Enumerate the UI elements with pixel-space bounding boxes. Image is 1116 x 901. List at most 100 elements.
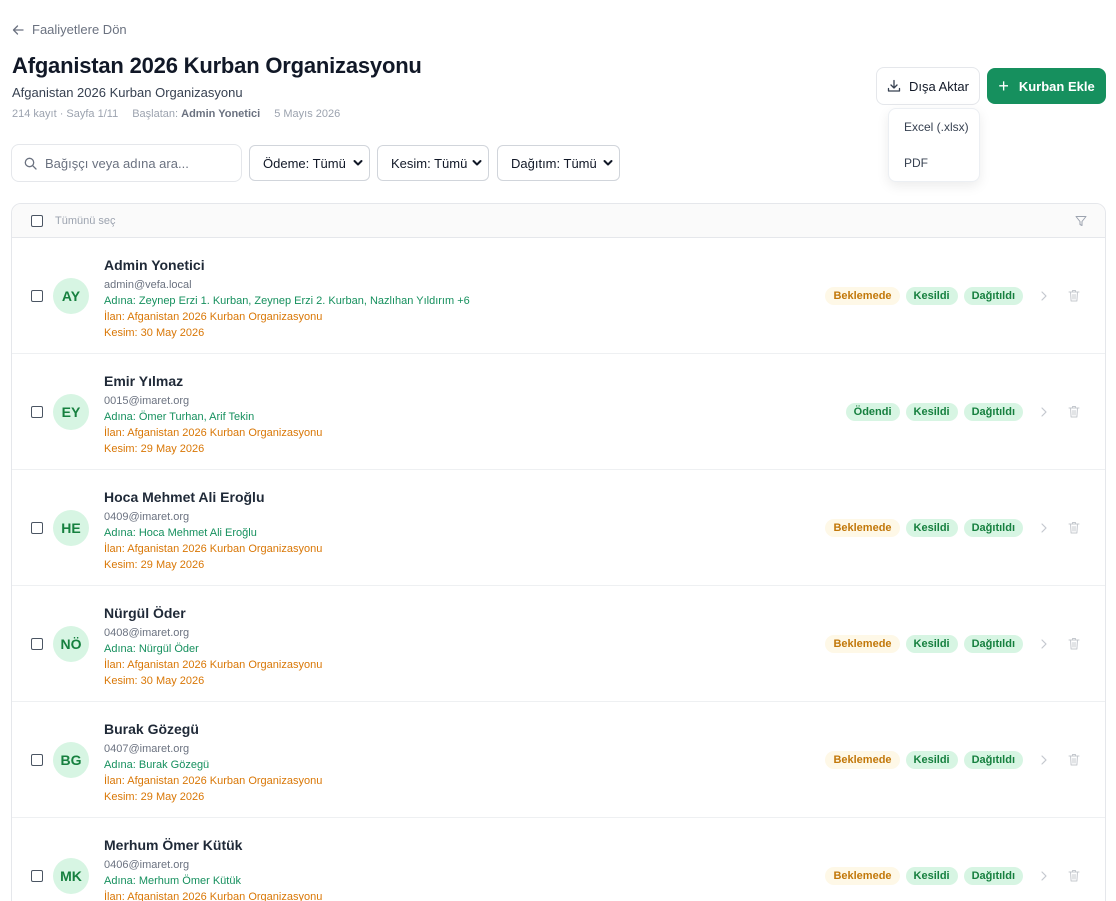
donor-email: 0407@imaret.org xyxy=(104,743,190,755)
listing-name: İlan: Afganistan 2026 Kurban Organizasyo… xyxy=(104,543,323,555)
slaughter-date: Kesim: 29 May 2026 xyxy=(104,443,205,455)
page-subtitle: Afganistan 2026 Kurban Organizasyonu xyxy=(12,85,243,100)
trash-icon[interactable] xyxy=(1068,637,1080,650)
avatar: HE xyxy=(53,510,89,546)
list-item[interactable]: EY Emir Yılmaz 0015@imaret.org Adına: Öm… xyxy=(12,354,1105,470)
on-behalf-of: Adına: Burak Gözegü xyxy=(104,759,210,771)
trash-icon[interactable] xyxy=(1068,869,1080,882)
chevron-right-icon[interactable] xyxy=(1039,870,1049,882)
listing-name: İlan: Afganistan 2026 Kurban Organizasyo… xyxy=(104,427,323,439)
avatar: NÖ xyxy=(53,626,89,662)
row-checkbox[interactable] xyxy=(31,290,43,302)
trash-icon[interactable] xyxy=(1068,521,1080,534)
distribution-status-badge: Dağıtıldı xyxy=(963,519,1023,537)
listing-name: İlan: Afganistan 2026 Kurban Organizasyo… xyxy=(104,311,323,323)
donor-name: Burak Gözegü xyxy=(104,721,199,737)
donor-name: Merhum Ömer Kütük xyxy=(104,837,243,853)
chevron-right-icon[interactable] xyxy=(1039,638,1049,650)
list-item[interactable]: BG Burak Gözegü 0407@imaret.org Adına: B… xyxy=(12,702,1105,818)
donor-name: Nürgül Öder xyxy=(104,605,186,621)
sacrifice-list: Tümünü seç AY Admin Yonetici admin@vefa.… xyxy=(11,203,1106,901)
record-count: 214 kayıt · Sayfa 1/11 xyxy=(12,108,119,120)
slaughter-date: Kesim: 29 May 2026 xyxy=(104,559,205,571)
status-badges: Ödendi Kesildi Dağıtıldı xyxy=(845,403,1023,421)
avatar-initials: HE xyxy=(61,520,81,536)
avatar-initials: AY xyxy=(61,288,81,304)
chevron-down-icon xyxy=(603,160,613,166)
started-by-label: Başlatan: xyxy=(132,108,179,120)
export-button[interactable]: Dışa Aktar xyxy=(876,67,980,105)
chevron-right-icon[interactable] xyxy=(1039,406,1049,418)
trash-icon[interactable] xyxy=(1068,289,1080,302)
status-badges: Beklemede Kesildi Dağıtıldı xyxy=(825,751,1023,769)
donor-email: 0408@imaret.org xyxy=(104,627,190,639)
started-by: Admin Yonetici xyxy=(181,108,261,120)
on-behalf-of: Adına: Nürgül Öder xyxy=(104,643,199,655)
payment-status-badge: Beklemede xyxy=(825,287,900,305)
slaughter-status-badge: Kesildi xyxy=(905,519,958,537)
export-menu-item-excel[interactable]: Excel (.xlsx) xyxy=(889,109,979,145)
status-badges: Beklemede Kesildi Dağıtıldı xyxy=(825,519,1023,537)
donor-email: admin@vefa.local xyxy=(104,279,192,291)
distribution-filter[interactable]: Dağıtım: Tümü xyxy=(497,145,620,181)
avatar: EY xyxy=(53,394,89,430)
search-icon xyxy=(24,157,37,170)
list-item[interactable]: AY Admin Yonetici admin@vefa.local Adına… xyxy=(12,238,1105,354)
back-link-label: Faaliyetlere Dön xyxy=(32,22,127,37)
listing-name: İlan: Afganistan 2026 Kurban Organizasyo… xyxy=(104,659,323,671)
payment-status-badge: Beklemede xyxy=(825,751,900,769)
avatar-initials: BG xyxy=(60,752,82,768)
back-link[interactable]: Faaliyetlere Dön xyxy=(12,22,127,37)
on-behalf-of: Adına: Zeynep Erzi 1. Kurban, Zeynep Erz… xyxy=(104,295,470,307)
payment-status-badge: Beklemede xyxy=(825,635,900,653)
avatar: MK xyxy=(53,858,89,894)
select-all-label: Tümünü seç xyxy=(55,214,116,227)
export-menu: Excel (.xlsx) PDF xyxy=(888,108,980,182)
status-badges: Beklemede Kesildi Dağıtıldı xyxy=(825,287,1023,305)
trash-icon[interactable] xyxy=(1068,405,1080,418)
donor-email: 0015@imaret.org xyxy=(104,395,190,407)
payment-filter-value: Ödeme: Tümü xyxy=(263,155,346,171)
funnel-icon[interactable] xyxy=(1075,215,1087,227)
slaughter-status-badge: Kesildi xyxy=(905,867,958,885)
chevron-down-icon xyxy=(353,160,363,166)
distribution-status-badge: Dağıtıldı xyxy=(963,867,1023,885)
payment-status-badge: Beklemede xyxy=(825,519,900,537)
slaughter-date: Kesim: 29 May 2026 xyxy=(104,791,205,803)
listing-name: İlan: Afganistan 2026 Kurban Organizasyo… xyxy=(104,775,323,787)
chevron-down-icon xyxy=(472,160,482,166)
payment-filter[interactable]: Ödeme: Tümü xyxy=(249,145,370,181)
row-checkbox[interactable] xyxy=(31,522,43,534)
slaughter-filter-value: Kesim: Tümü xyxy=(391,155,468,171)
chevron-right-icon[interactable] xyxy=(1039,290,1049,302)
avatar-initials: MK xyxy=(60,868,82,884)
row-checkbox[interactable] xyxy=(31,406,43,418)
slaughter-filter[interactable]: Kesim: Tümü xyxy=(377,145,489,181)
chevron-right-icon[interactable] xyxy=(1039,754,1049,766)
slaughter-status-badge: Kesildi xyxy=(905,287,958,305)
row-checkbox[interactable] xyxy=(31,870,43,882)
select-all-checkbox[interactable] xyxy=(31,214,43,227)
list-item[interactable]: HE Hoca Mehmet Ali Eroğlu 0409@imaret.or… xyxy=(12,470,1105,586)
arrow-left-icon xyxy=(12,24,24,35)
list-item[interactable]: MK Merhum Ömer Kütük 0406@imaret.org Adı… xyxy=(12,818,1105,901)
avatar: BG xyxy=(53,742,89,778)
list-item[interactable]: NÖ Nürgül Öder 0408@imaret.org Adına: Nü… xyxy=(12,586,1105,702)
row-checkbox[interactable] xyxy=(31,638,43,650)
trash-icon[interactable] xyxy=(1068,753,1080,766)
export-menu-item-pdf[interactable]: PDF xyxy=(889,145,979,181)
distribution-status-badge: Dağıtıldı xyxy=(963,287,1023,305)
slaughter-date: Kesim: 30 May 2026 xyxy=(104,675,205,687)
slaughter-date: Kesim: 30 May 2026 xyxy=(104,327,205,339)
search-box xyxy=(11,144,242,182)
page-meta: 214 kayıt · Sayfa 1/11 Başlatan: Admin Y… xyxy=(12,108,340,120)
add-sacrifice-button[interactable]: + Kurban Ekle xyxy=(987,68,1106,104)
row-checkbox[interactable] xyxy=(31,754,43,766)
distribution-filter-value: Dağıtım: Tümü xyxy=(511,155,597,171)
list-header: Tümünü seç xyxy=(12,204,1105,238)
search-input[interactable] xyxy=(45,155,225,171)
distribution-status-badge: Dağıtıldı xyxy=(963,751,1023,769)
listing-name: İlan: Afganistan 2026 Kurban Organizasyo… xyxy=(104,891,323,901)
chevron-right-icon[interactable] xyxy=(1039,522,1049,534)
slaughter-status-badge: Kesildi xyxy=(905,751,958,769)
